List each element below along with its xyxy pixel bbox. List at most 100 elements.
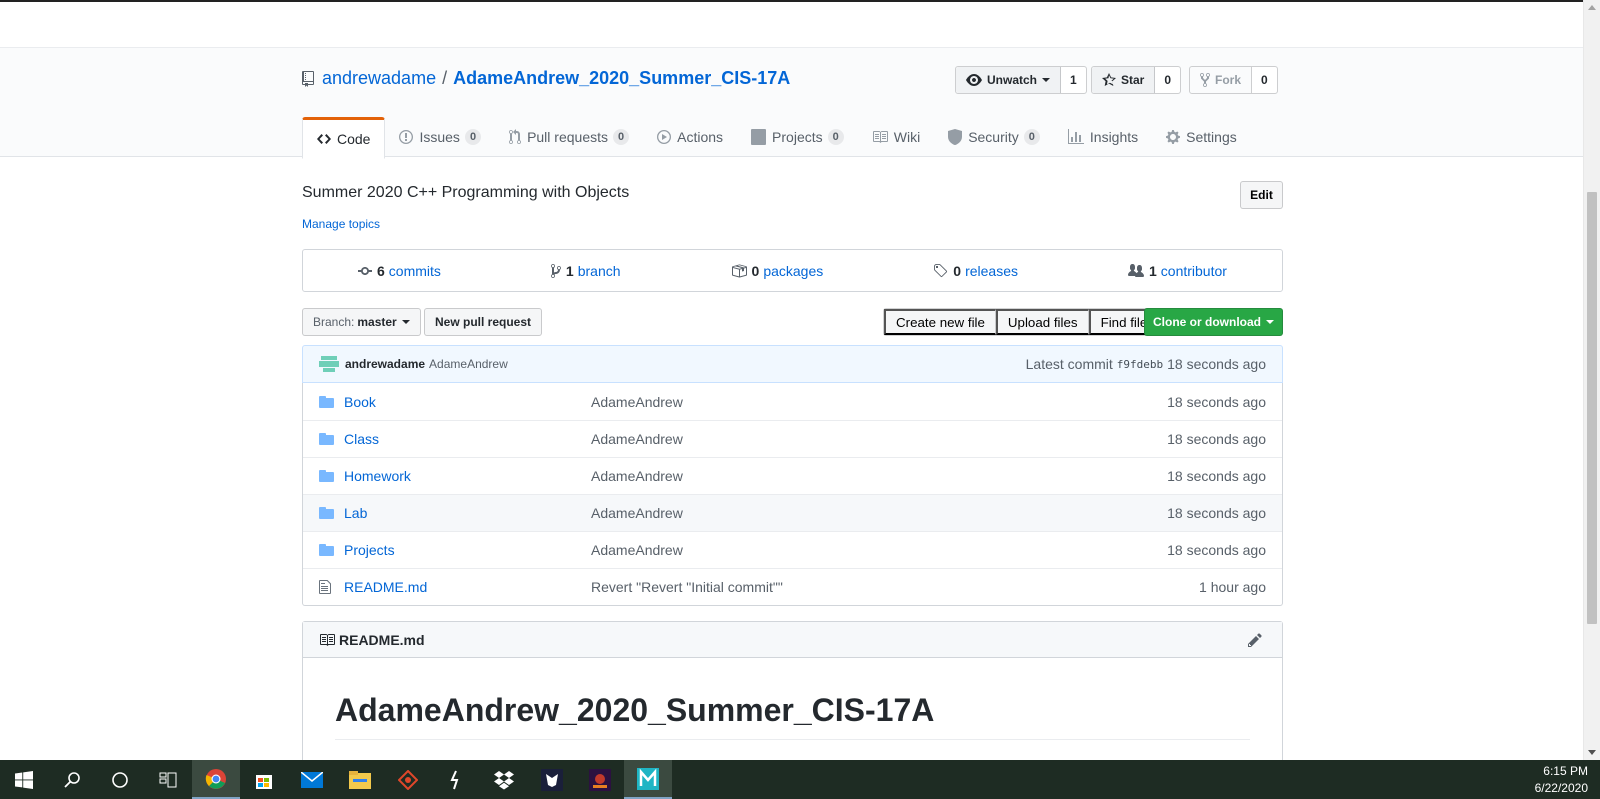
file-name-link[interactable]: Projects	[344, 542, 591, 558]
file-name-link[interactable]: Class	[344, 431, 591, 447]
readme-content: AdameAndrew_2020_Summer_CIS-17A	[303, 658, 1282, 774]
tab-projects[interactable]: Projects 0	[737, 117, 858, 157]
file-age: 18 seconds ago	[1167, 468, 1266, 484]
clone-label: Clone or download	[1153, 315, 1261, 329]
file-age: 1 hour ago	[1199, 579, 1266, 595]
file-name-link[interactable]: README.md	[344, 579, 591, 595]
scrollbar-thumb[interactable]	[1587, 192, 1597, 624]
readme-header: README.md	[303, 622, 1282, 658]
file-commit-message[interactable]: Revert "Revert "Initial commit""	[591, 579, 1199, 595]
packages-link[interactable]: 0 packages	[731, 262, 824, 279]
commits-count: 6	[377, 262, 385, 279]
tab-issues-label: Issues	[419, 129, 460, 145]
repo-name-link[interactable]: AdameAndrew_2020_Summer_CIS-17A	[453, 68, 790, 89]
latest-commit-bar: andrewadame AdameAndrew Latest commit f9…	[302, 345, 1283, 383]
table-row: Book AdameAndrew 18 seconds ago	[303, 383, 1282, 420]
file-commit-message[interactable]: AdameAndrew	[591, 468, 1167, 484]
tab-actions[interactable]: Actions	[643, 117, 737, 157]
file-explorer-icon[interactable]	[336, 760, 384, 799]
folder-icon	[319, 543, 339, 557]
issues-counter: 0	[464, 129, 482, 145]
tab-code[interactable]: Code	[302, 117, 386, 159]
dropbox-icon[interactable]	[480, 760, 528, 799]
page-scrollbar[interactable]	[1583, 0, 1600, 760]
game-launcher-icon[interactable]	[576, 760, 624, 799]
packages-label: packages	[763, 262, 824, 279]
maya-icon[interactable]	[624, 760, 672, 799]
chevron-down-icon	[1266, 320, 1274, 324]
upload-files-button[interactable]: Upload files	[995, 309, 1089, 335]
branch-select-button[interactable]: Branch: master	[302, 308, 421, 336]
scroll-up-icon[interactable]	[1588, 5, 1596, 10]
manage-topics-link[interactable]: Manage topics	[302, 217, 380, 231]
commit-age: 18 seconds ago	[1167, 356, 1266, 372]
file-age: 18 seconds ago	[1167, 431, 1266, 447]
chrome-icon[interactable]	[192, 760, 240, 799]
create-new-file-button[interactable]: Create new file	[884, 309, 996, 335]
pencil-icon[interactable]	[1248, 632, 1266, 648]
unwatch-label: Unwatch	[987, 73, 1038, 87]
task-view-icon[interactable]	[144, 760, 192, 799]
clock-time: 6:15 PM	[1543, 764, 1588, 778]
mail-icon[interactable]	[288, 760, 336, 799]
tab-security[interactable]: Security 0	[934, 117, 1054, 157]
chevron-down-icon	[401, 320, 410, 324]
star-label: Star	[1121, 73, 1145, 87]
windows-start-icon[interactable]	[0, 760, 48, 799]
commit-sha-link[interactable]: f9fdebb	[1117, 358, 1163, 371]
packages-count: 0	[751, 262, 760, 279]
contributor-label: contributor	[1160, 262, 1227, 279]
releases-link[interactable]: 0 releases	[933, 263, 1018, 279]
game-app-icon[interactable]	[384, 760, 432, 799]
new-pull-request-button[interactable]: New pull request	[424, 308, 543, 336]
app-shield-icon[interactable]	[528, 760, 576, 799]
branch-prefix: Branch:	[313, 315, 355, 329]
watch-group: Unwatch 1	[955, 66, 1087, 94]
gear-icon	[1166, 130, 1181, 144]
forks-count[interactable]: 0	[1252, 67, 1277, 93]
unwatch-button[interactable]: Unwatch	[956, 67, 1062, 93]
search-icon[interactable]	[48, 760, 96, 799]
commits-link[interactable]: 6 commits	[358, 263, 441, 279]
commit-author-link[interactable]: andrewadame	[345, 357, 425, 371]
clone-or-download-button[interactable]: Clone or download	[1144, 308, 1283, 336]
file-name-link[interactable]: Homework	[344, 468, 591, 484]
system-clock[interactable]: 6:15 PM 6/22/2020	[1535, 763, 1588, 797]
tab-wiki[interactable]: Wiki	[858, 117, 934, 157]
scroll-down-icon[interactable]	[1588, 750, 1596, 755]
tab-pull-requests[interactable]: Pull requests 0	[495, 117, 643, 157]
file-name-link[interactable]: Lab	[344, 505, 591, 521]
file-actions-group: Create new file Upload files Find file	[883, 308, 1159, 336]
tab-issues[interactable]: Issues 0	[385, 117, 495, 157]
folder-icon	[319, 432, 339, 446]
file-commit-message[interactable]: AdameAndrew	[591, 394, 1167, 410]
book-icon	[320, 633, 335, 646]
file-age: 18 seconds ago	[1167, 393, 1266, 410]
fork-group: Fork 0	[1189, 66, 1278, 94]
contributors-link[interactable]: 1 contributor	[1127, 262, 1227, 279]
commits-label: commits	[388, 262, 441, 279]
stars-count[interactable]: 0	[1155, 67, 1181, 93]
watchers-count[interactable]: 1	[1061, 67, 1086, 93]
edit-description-button[interactable]: Edit	[1240, 181, 1283, 209]
terminal-app-icon[interactable]	[432, 760, 480, 799]
star-button[interactable]: Star	[1092, 67, 1156, 93]
fork-button[interactable]: Fork	[1190, 67, 1253, 93]
repo-owner-link[interactable]: andrewadame	[322, 68, 436, 89]
branches-link[interactable]: 1 branch	[550, 262, 621, 279]
store-icon[interactable]	[240, 760, 288, 799]
cortana-icon[interactable]	[96, 760, 144, 799]
table-row: Projects AdameAndrew 18 seconds ago	[303, 531, 1282, 568]
file-commit-message[interactable]: AdameAndrew	[591, 505, 1167, 521]
avatar[interactable]	[319, 354, 339, 374]
branch-label: branch	[577, 262, 621, 279]
commit-message-link[interactable]: AdameAndrew	[429, 357, 508, 371]
file-name-link[interactable]: Book	[344, 394, 591, 410]
file-commit-message[interactable]: AdameAndrew	[591, 542, 1167, 558]
repo-separator: /	[442, 68, 448, 88]
pull-request-icon	[509, 129, 522, 144]
file-commit-message[interactable]: AdameAndrew	[591, 431, 1167, 447]
tab-insights[interactable]: Insights	[1054, 117, 1152, 157]
tab-settings[interactable]: Settings	[1152, 117, 1251, 157]
tab-settings-label: Settings	[1186, 129, 1237, 145]
